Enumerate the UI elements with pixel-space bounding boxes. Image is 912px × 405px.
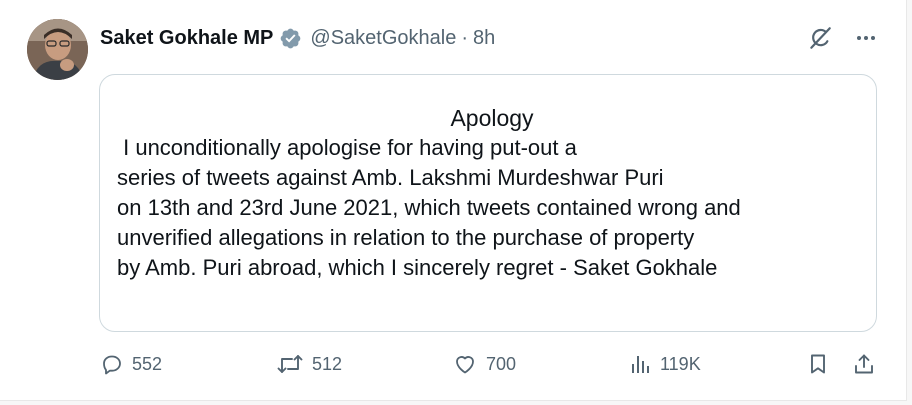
repost-count: 512	[312, 353, 343, 374]
view-count: 119K	[660, 353, 701, 374]
avatar[interactable]	[27, 19, 88, 80]
tweet: Saket Gokhale MP @SaketGokhale · 8h Apol…	[0, 0, 907, 401]
views-button[interactable]: 119K	[630, 352, 701, 376]
more-icon[interactable]	[852, 24, 880, 52]
like-count: 700	[486, 353, 517, 374]
timestamp[interactable]: 8h	[473, 27, 495, 50]
share-icon	[855, 354, 873, 374]
views-icon	[632, 356, 649, 373]
apology-image-card[interactable]: Apology I unconditionally apologise for …	[99, 74, 877, 332]
card-title: Apology	[450, 105, 534, 131]
card-line: unverified allegations in relation to th…	[117, 225, 695, 250]
like-button[interactable]: 700	[452, 352, 516, 376]
author-handle[interactable]: @SaketGokhale	[310, 27, 456, 50]
share-button[interactable]	[852, 351, 876, 377]
action-bar: 552 512 700 119K	[100, 348, 880, 380]
heart-icon	[456, 356, 474, 374]
card-line: on 13th and 23rd June 2021, which tweets…	[117, 195, 741, 220]
repost-button[interactable]: 512	[276, 352, 342, 376]
tweet-header: Saket Gokhale MP @SaketGokhale · 8h	[100, 24, 495, 52]
bookmark-button[interactable]	[806, 351, 830, 377]
grok-icon[interactable]	[806, 24, 834, 52]
author-name[interactable]: Saket Gokhale MP	[100, 27, 273, 50]
card-line: I unconditionally apologise for having p…	[117, 135, 577, 160]
verified-badge-icon[interactable]	[279, 27, 302, 50]
card-line: by Amb. Puri abroad, which I sincerely r…	[117, 255, 718, 280]
top-actions	[806, 24, 880, 52]
separator-dot: ·	[461, 26, 469, 49]
reply-button[interactable]: 552	[100, 352, 162, 376]
bookmark-icon	[811, 354, 825, 374]
reply-count: 552	[132, 353, 163, 374]
card-body: I unconditionally apologise for having p…	[117, 133, 868, 283]
repost-icon	[277, 355, 303, 373]
card-line: series of tweets against Amb. Lakshmi Mu…	[117, 165, 664, 190]
reply-icon	[103, 355, 121, 375]
